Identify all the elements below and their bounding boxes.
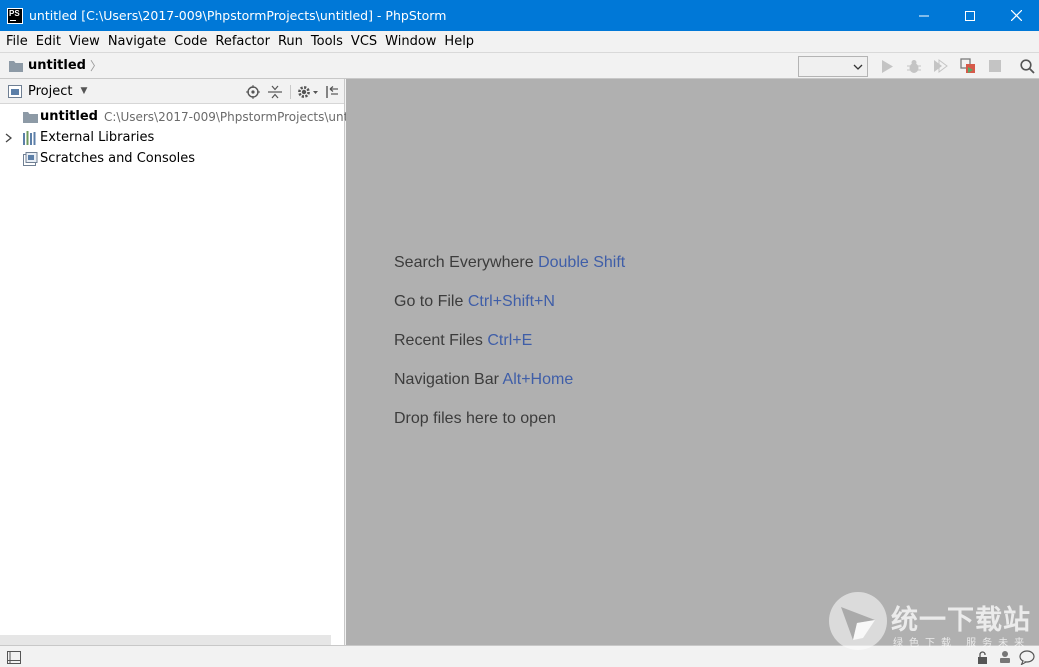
hint-shortcut: Alt+Home <box>502 371 574 388</box>
hint-shortcut: Double Shift <box>538 254 626 271</box>
expand-arrow-icon[interactable] <box>3 127 13 148</box>
scratches-icon <box>22 151 38 167</box>
menu-code[interactable]: Code <box>170 31 211 52</box>
folder-icon <box>22 109 38 125</box>
project-panel: Project ▼ untitled C:\Users\2017-009\Php… <box>0 79 375 645</box>
event-log-button[interactable] <box>1019 649 1035 665</box>
project-panel-header: Project ▼ <box>0 79 344 104</box>
close-button[interactable] <box>993 0 1039 31</box>
menu-help[interactable]: Help <box>440 31 478 52</box>
lock-icon <box>978 650 987 664</box>
tree-item-label: External Libraries <box>40 130 155 145</box>
hide-panel-button[interactable] <box>323 83 341 100</box>
close-icon <box>1010 10 1022 21</box>
hint-shortcut: Ctrl+Shift+N <box>467 293 555 310</box>
hint-go-to-file: Go to File Ctrl+Shift+N <box>394 293 555 311</box>
profile-icon <box>960 58 975 73</box>
tree-item-label: Scratches and Consoles <box>40 151 196 166</box>
locate-icon <box>246 84 260 99</box>
run-icon <box>882 59 893 73</box>
hint-drop-files: Drop files here to open <box>394 410 556 428</box>
maximize-button[interactable] <box>947 0 993 31</box>
run-button[interactable] <box>877 57 897 75</box>
minimize-icon <box>919 15 929 16</box>
settings-button[interactable] <box>296 83 320 100</box>
chevron-down-icon <box>853 64 863 70</box>
watermark-logo-icon <box>829 592 887 650</box>
tree-item-external-libraries[interactable]: External Libraries <box>22 127 154 148</box>
menu-window[interactable]: Window <box>381 31 440 52</box>
debug-icon <box>907 59 921 73</box>
menu-vcs[interactable]: VCS <box>347 31 381 52</box>
menu-view[interactable]: View <box>65 31 104 52</box>
navigation-bar: untitled 〉 <box>0 52 1039 79</box>
maximize-icon <box>965 10 975 21</box>
caret-down-icon: ▼ <box>80 86 88 96</box>
watermark: 统一下载站 绿色下载 服务未来 <box>829 590 1034 650</box>
run-config-select[interactable] <box>798 56 868 77</box>
minimize-button[interactable] <box>901 0 947 31</box>
window-title: untitled [C:\Users\2017-009\PhpstormProj… <box>29 8 447 23</box>
collapse-all-icon <box>268 85 282 98</box>
library-icon <box>22 130 38 146</box>
hint-recent-files: Recent Files Ctrl+E <box>394 332 532 350</box>
tree-item-path: C:\Users\2017-009\PhpstormProjects\untit… <box>103 109 375 124</box>
title-bar: PS untitled [C:\Users\2017-009\PhpstormP… <box>0 0 1039 31</box>
watermark-title: 统一下载站 <box>891 605 1031 636</box>
menu-navigate[interactable]: Navigate <box>104 31 170 52</box>
tree-item-label: untitled <box>40 109 98 124</box>
tool-window-toggle-button[interactable] <box>6 649 22 665</box>
search-everywhere-button[interactable] <box>1017 57 1037 75</box>
read-only-toggle[interactable] <box>975 649 991 665</box>
hint-text: Search Everywhere <box>394 254 534 271</box>
coverage-button[interactable] <box>931 57 951 75</box>
tree-item-scratches[interactable]: Scratches and Consoles <box>22 148 195 169</box>
tree-item-untitled[interactable]: untitled C:\Users\2017-009\PhpstormProje… <box>22 106 375 127</box>
breadcrumb-label: untitled <box>28 58 86 73</box>
breadcrumb[interactable]: untitled 〉 <box>9 57 102 74</box>
project-view-selector[interactable]: Project ▼ <box>8 84 87 99</box>
stop-icon <box>989 60 1001 72</box>
menu-run[interactable]: Run <box>274 31 307 52</box>
tool-windows-icon <box>7 650 21 664</box>
hint-navigation-bar: Navigation Bar Alt+Home <box>394 371 573 389</box>
profile-button[interactable] <box>958 57 978 75</box>
folder-icon <box>9 60 23 72</box>
debug-button[interactable] <box>904 57 924 75</box>
chevron-right-icon: 〉 <box>89 59 102 73</box>
stop-button[interactable] <box>985 57 1005 75</box>
hide-icon <box>326 85 338 98</box>
menu-edit[interactable]: Edit <box>32 31 65 52</box>
hint-text: Drop files here to open <box>394 410 556 427</box>
window-controls <box>901 0 1039 31</box>
watermark-subtitle: 绿色下载 服务未来 <box>893 638 1031 649</box>
coverage-icon <box>934 59 948 73</box>
project-panel-title: Project <box>28 83 73 99</box>
speech-bubble-icon <box>1019 649 1035 665</box>
search-icon <box>1019 58 1035 74</box>
horizontal-scrollbar[interactable] <box>0 635 331 645</box>
hint-text: Go to File <box>394 293 464 310</box>
hint-search-everywhere: Search Everywhere Double Shift <box>394 254 625 272</box>
hint-text: Recent Files <box>394 332 483 349</box>
menu-tools[interactable]: Tools <box>307 31 347 52</box>
collapse-all-button[interactable] <box>266 83 284 100</box>
hint-shortcut: Ctrl+E <box>487 332 533 349</box>
locate-button[interactable] <box>244 83 262 100</box>
toolbar-divider <box>290 85 291 99</box>
gear-icon <box>298 85 318 98</box>
menu-refactor[interactable]: Refactor <box>211 31 274 52</box>
inspector-button[interactable] <box>997 649 1013 665</box>
menu-bar: File Edit View Navigate Code Refactor Ru… <box>0 31 1039 52</box>
editor-area[interactable]: Search Everywhere Double Shift Go to Fil… <box>346 79 1039 645</box>
project-view-icon <box>8 84 22 98</box>
menu-file[interactable]: File <box>2 31 32 52</box>
phpstorm-logo-icon: PS <box>7 7 23 24</box>
hint-text: Navigation Bar <box>394 371 499 388</box>
inspector-icon <box>1000 651 1010 663</box>
